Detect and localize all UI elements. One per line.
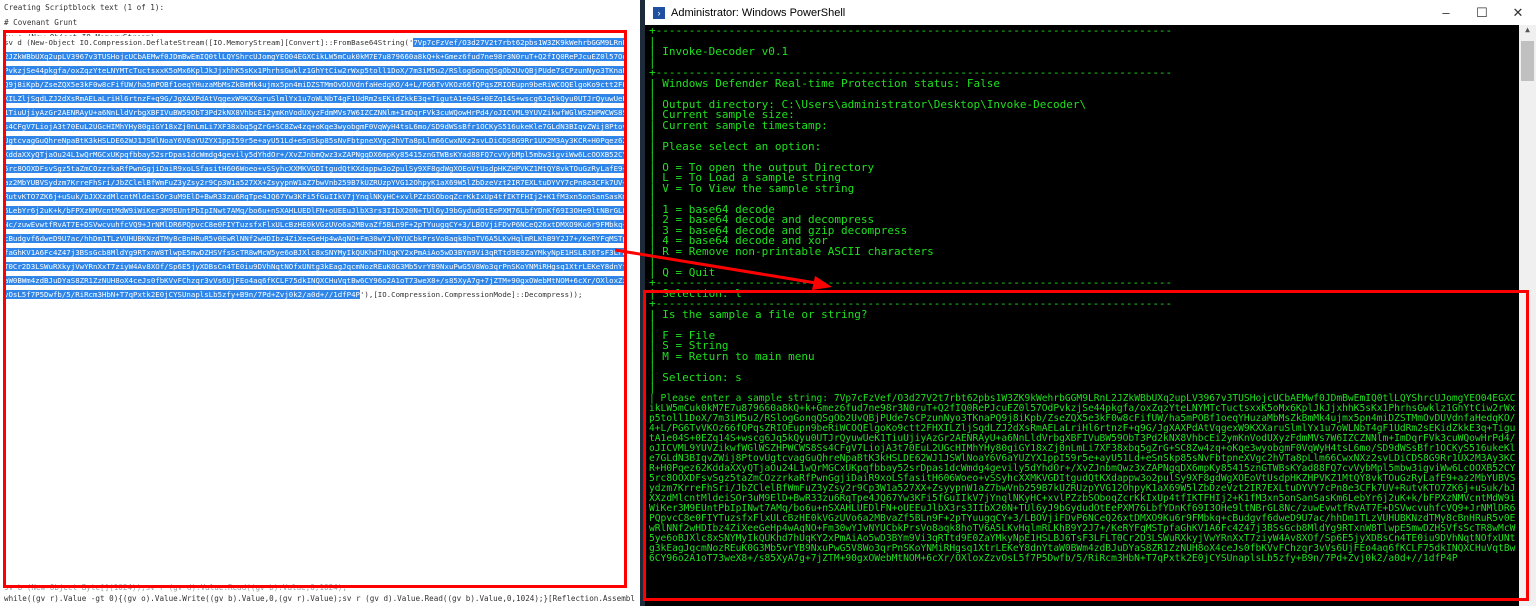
annotation-arrow bbox=[614, 248, 832, 290]
